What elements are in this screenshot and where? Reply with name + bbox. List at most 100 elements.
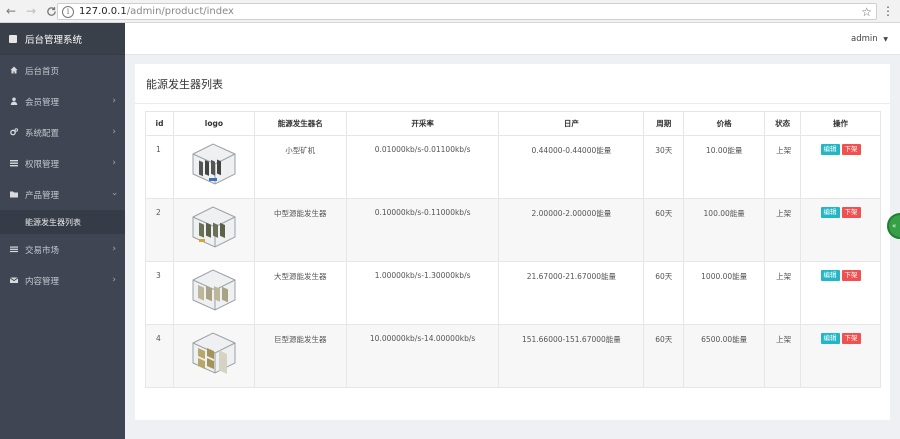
- edit-button[interactable]: 编辑: [820, 333, 840, 344]
- divider: [135, 103, 890, 104]
- chevron-right-icon: ›: [112, 127, 116, 137]
- brand-logo-icon: [9, 34, 17, 43]
- cell-id: 2: [145, 198, 174, 262]
- cell-price: 100.00能量: [683, 198, 766, 262]
- cell-daily: 2.00000-2.00000能量: [498, 198, 645, 262]
- cell-price: 10.00能量: [683, 135, 766, 199]
- cell-period: 60天: [643, 324, 685, 388]
- sidebar-item-system[interactable]: 系统配置 ›: [0, 117, 125, 148]
- delist-button[interactable]: 下架: [841, 144, 861, 155]
- table-row: 2 中型源能发生器 0.10000kb/s-0.11000kb/s 2.0000…: [145, 198, 881, 262]
- column-header: id: [145, 111, 174, 136]
- column-header: 日产: [498, 111, 645, 136]
- cell-period: 60天: [643, 198, 685, 262]
- cell-status: 上架: [764, 198, 802, 262]
- edit-button[interactable]: 编辑: [820, 144, 840, 155]
- sidebar-item-content[interactable]: 内容管理 ›: [0, 265, 125, 296]
- sidebar-item-label: 内容管理: [25, 276, 60, 287]
- sidebar-item-market[interactable]: 交易市场 ›: [0, 234, 125, 265]
- browser-menu-icon[interactable]: ⋮: [882, 5, 894, 17]
- sidebar-item-label: 权限管理: [25, 159, 60, 170]
- cell-ops: 编辑 下架: [800, 198, 881, 262]
- table-header-row: id logo 能源发生器名 开采率 日产 周期 价格 状态 操作: [145, 111, 881, 136]
- cell-name: 中型源能发生器: [253, 198, 347, 262]
- sidebar-item-permissions[interactable]: 权限管理 ›: [0, 148, 125, 179]
- table-row: 4 巨型源能发生器 10.00000kb/s-14.00000kb/s 151.…: [145, 324, 881, 388]
- folder-icon: [10, 190, 18, 200]
- list-icon: [10, 159, 18, 169]
- sidebar-item-label: 产品管理: [25, 190, 60, 201]
- column-header: 状态: [764, 111, 802, 136]
- column-header: 价格: [683, 111, 766, 136]
- cell-id: 3: [145, 261, 174, 325]
- cell-ops: 编辑 下架: [800, 135, 881, 199]
- url-host: 127.0.0.1: [79, 6, 127, 17]
- address-bar[interactable]: i 127.0.0.1/admin/product/index ☆: [57, 3, 877, 20]
- cell-ops: 编辑 下架: [800, 324, 881, 388]
- column-header: 开采率: [345, 111, 500, 136]
- cell-rate: 1.00000kb/s-1.30000kb/s: [345, 261, 500, 325]
- chevron-right-icon: ›: [112, 244, 116, 254]
- cell-logo: [172, 135, 255, 199]
- edit-button[interactable]: 编辑: [820, 270, 840, 281]
- cell-rate: 0.01000kb/s-0.01100kb/s: [345, 135, 500, 199]
- sidebar-subitem-generator-list[interactable]: 能源发生器列表: [0, 210, 125, 234]
- cell-period: 60天: [643, 261, 685, 325]
- cell-id: 4: [145, 324, 174, 388]
- url-path: /admin/product/index: [126, 6, 234, 17]
- sidebar-item-products[interactable]: 产品管理 ›: [0, 179, 125, 210]
- bars-icon: [10, 245, 18, 255]
- cell-period: 30天: [643, 135, 685, 199]
- edit-button[interactable]: 编辑: [820, 207, 840, 218]
- forward-icon[interactable]: →: [22, 2, 40, 20]
- user-icon: [10, 97, 18, 107]
- cell-rate: 10.00000kb/s-14.00000kb/s: [345, 324, 500, 388]
- sidebar-subitem-label: 能源发生器列表: [25, 217, 81, 227]
- page-title: 能源发生器列表: [146, 78, 223, 91]
- home-icon: [10, 66, 18, 76]
- miner-image-icon: [192, 332, 236, 374]
- brand[interactable]: 后台管理系统: [0, 23, 125, 55]
- sidebar-item-label: 交易市场: [25, 245, 60, 256]
- table-row: 1 小型矿机 0.01000kb/s-0.01100kb/s 0.44000-0…: [145, 135, 881, 199]
- user-menu[interactable]: admin ▼: [851, 34, 888, 44]
- chevron-down-icon: ›: [109, 192, 120, 196]
- caret-down-icon: ▼: [883, 36, 888, 43]
- bookmark-star-icon[interactable]: ☆: [861, 5, 872, 19]
- sidebar-item-members[interactable]: 会员管理 ›: [0, 86, 125, 117]
- cell-name: 巨型源能发生器: [253, 324, 347, 388]
- generator-table: id logo 能源发生器名 开采率 日产 周期 价格 状态 操作 1 小型矿机…: [145, 111, 881, 388]
- cell-id: 1: [145, 135, 174, 199]
- delist-button[interactable]: 下架: [841, 207, 861, 218]
- top-header: admin ▼: [125, 23, 900, 55]
- cogs-icon: [10, 127, 19, 138]
- cell-status: 上架: [764, 324, 802, 388]
- miner-image-icon: [192, 206, 236, 248]
- column-header: 操作: [800, 111, 881, 136]
- delist-button[interactable]: 下架: [841, 270, 861, 281]
- double-chevron-icon: «: [892, 222, 897, 230]
- chevron-right-icon: ›: [112, 275, 116, 285]
- back-icon[interactable]: ←: [2, 2, 20, 20]
- cell-price: 1000.00能量: [683, 261, 766, 325]
- column-header: 周期: [643, 111, 685, 136]
- delist-button[interactable]: 下架: [841, 333, 861, 344]
- cell-ops: 编辑 下架: [800, 261, 881, 325]
- chevron-right-icon: ›: [112, 158, 116, 168]
- cell-daily: 21.67000-21.67000能量: [498, 261, 645, 325]
- mail-icon: [9, 276, 19, 286]
- content-panel: 能源发生器列表 id logo 能源发生器名 开采率 日产 周期 价格 状态 操…: [135, 64, 890, 420]
- cell-logo: [172, 198, 255, 262]
- cell-status: 上架: [764, 135, 802, 199]
- cell-daily: 151.66000-151.67000能量: [498, 324, 645, 388]
- user-name: admin: [851, 34, 878, 44]
- sidebar-item-label: 会员管理: [25, 97, 60, 108]
- sidebar-item-home[interactable]: 后台首页: [0, 55, 125, 86]
- chevron-right-icon: ›: [112, 96, 116, 106]
- table-row: 3 大型源能发生器 1.00000kb/s-1.30000kb/s 21.670…: [145, 261, 881, 325]
- site-info-icon[interactable]: i: [62, 5, 74, 18]
- cell-rate: 0.10000kb/s-0.11000kb/s: [345, 198, 500, 262]
- cell-status: 上架: [764, 261, 802, 325]
- cell-name: 大型源能发生器: [253, 261, 347, 325]
- column-header: 能源发生器名: [253, 111, 347, 136]
